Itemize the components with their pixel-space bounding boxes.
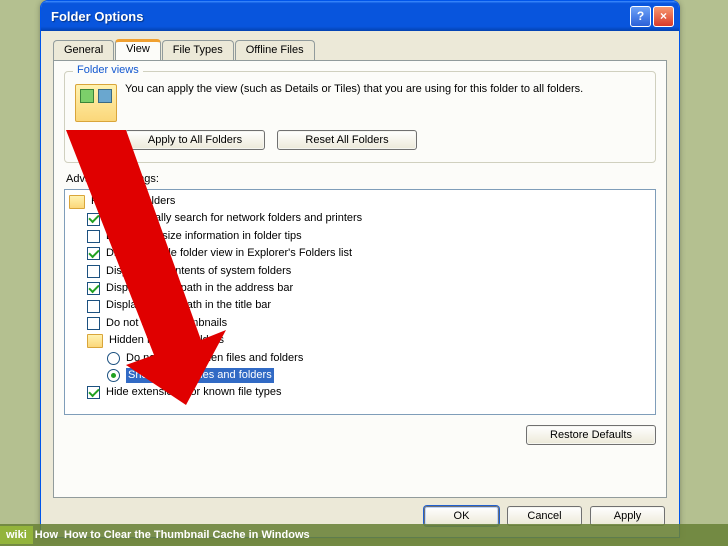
tab-general[interactable]: General [53,40,114,61]
advanced-settings-label: Advanced settings: [66,173,656,185]
folder-icon [69,195,85,209]
tab-panel-view: Folder views You can apply the view (suc… [53,60,667,498]
checkbox-icon[interactable] [87,230,100,243]
folder-views-legend: Folder views [73,64,143,76]
tree-item-hidden-folder[interactable]: Hidden files and folders [67,332,653,349]
tree-item-label: Show hidden files and folders [126,368,274,383]
checkbox-icon[interactable] [87,265,100,278]
folder-views-group: Folder views You can apply the view (suc… [64,71,656,163]
tree-item-label: Display the full path in the title bar [106,298,271,313]
tree-item[interactable]: Display the full path in the address bar [67,280,653,297]
folder-views-text: You can apply the view (such as Details … [125,82,645,122]
tree-item-label: Display file size information in folder … [106,229,302,244]
banner-title: How to Clear the Thumbnail Cache in Wind… [64,529,310,541]
restore-defaults-button[interactable]: Restore Defaults [526,425,656,445]
tree-item-label: Display simple folder view in Explorer's… [106,246,352,261]
tree-item-label: Display the full path in the address bar [106,281,293,296]
radio-icon[interactable] [107,369,120,382]
tree-item-label: Display the contents of system folders [106,264,291,279]
tab-strip: General View File Types Offline Files [41,31,679,60]
checkbox-icon[interactable] [87,386,100,399]
tree-item-label: Hide extensions for known file types [106,385,281,400]
tree-item-radio-selected[interactable]: Show hidden files and folders [67,367,653,384]
tree-item[interactable]: Display file size information in folder … [67,228,653,245]
tree-item-label: Do not show hidden files and folders [126,351,303,366]
apply-button[interactable]: Apply [590,506,665,526]
dialog-title: Folder Options [51,9,628,24]
close-button[interactable]: × [653,6,674,27]
folder-options-dialog: Folder Options ? × General View File Typ… [40,0,680,538]
tree-item-label: Do not cache thumbnails [106,316,227,331]
banner-wiki: wiki [0,526,33,544]
tree-item-label: Automatically search for network folders… [106,211,362,226]
checkbox-icon[interactable] [87,300,100,313]
tree-item-label: Hidden files and folders [109,333,224,348]
checkbox-icon[interactable] [87,247,100,260]
tree-root-label: Files and Folders [91,194,175,209]
wikihow-banner: wikiHow How to Clear the Thumbnail Cache… [0,524,728,546]
checkbox-icon[interactable] [87,213,100,226]
titlebar[interactable]: Folder Options ? × [41,1,679,31]
tree-item[interactable]: Display the full path in the title bar [67,297,653,314]
folder-icon [87,334,103,348]
tab-view[interactable]: View [115,39,161,60]
apply-all-folders-button[interactable]: Apply to All Folders [125,130,265,150]
ok-button[interactable]: OK [424,506,499,526]
tab-file-types[interactable]: File Types [162,40,234,61]
reset-all-folders-button[interactable]: Reset All Folders [277,130,417,150]
folder-views-icon [75,84,117,122]
advanced-settings-tree[interactable]: Files and Folders Automatically search f… [64,189,656,415]
tree-item[interactable]: Automatically search for network folders… [67,210,653,227]
cancel-button[interactable]: Cancel [507,506,582,526]
tree-item-radio[interactable]: Do not show hidden files and folders [67,350,653,367]
banner-how: How [35,529,64,541]
tree-item[interactable]: Hide extensions for known file types [67,384,653,401]
tree-item[interactable]: Display the contents of system folders [67,263,653,280]
help-button[interactable]: ? [630,6,651,27]
tree-item[interactable]: Do not cache thumbnails [67,315,653,332]
tree-item[interactable]: Display simple folder view in Explorer's… [67,245,653,262]
radio-icon[interactable] [107,352,120,365]
tab-offline-files[interactable]: Offline Files [235,40,315,61]
checkbox-icon[interactable] [87,317,100,330]
tree-root[interactable]: Files and Folders [67,193,653,210]
checkbox-icon[interactable] [87,282,100,295]
